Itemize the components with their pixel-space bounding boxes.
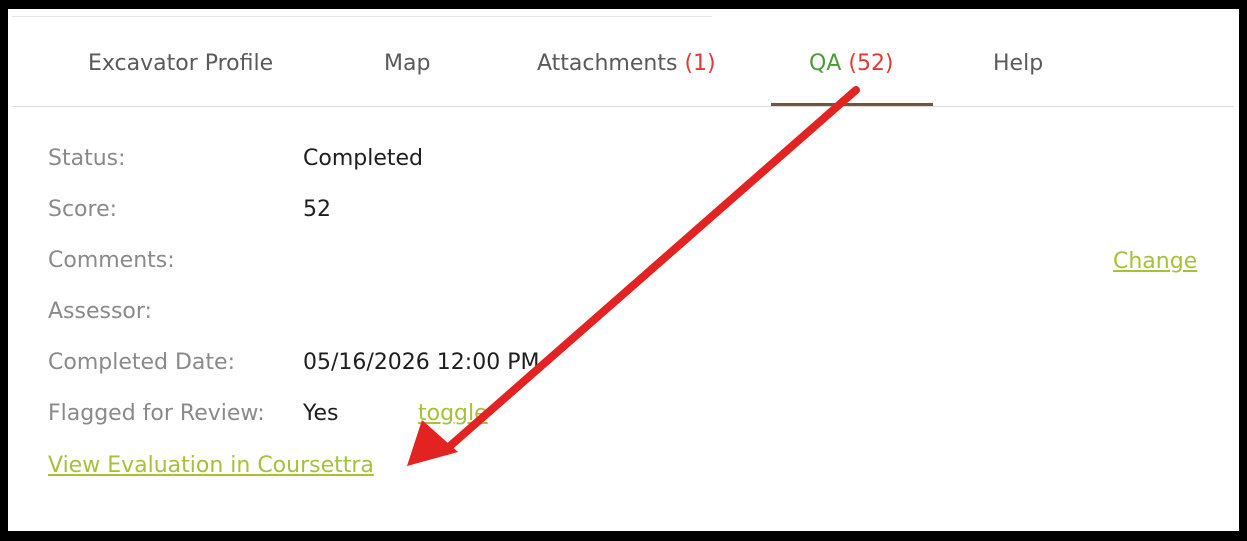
completed-date-label: Completed Date: <box>48 350 235 375</box>
status-label: Status: <box>48 146 126 171</box>
comments-label: Comments: <box>48 248 175 273</box>
active-tab-indicator <box>771 103 933 106</box>
attachments-count-badge: (1) <box>684 51 716 76</box>
tab-label: Help <box>993 51 1044 76</box>
tab-attachments[interactable]: Attachments (1) <box>537 50 716 78</box>
status-value: Completed <box>303 146 423 171</box>
completed-date-value: 05/16/2026 12:00 PM <box>303 350 540 375</box>
tab-map[interactable]: Map <box>384 50 430 78</box>
tab-excavator-profile[interactable]: Excavator Profile <box>88 50 273 78</box>
view-evaluation-link[interactable]: View Evaluation in Coursettra <box>48 451 374 481</box>
tab-help[interactable]: Help <box>993 50 1043 78</box>
score-value: 52 <box>303 197 331 222</box>
tab-label: Excavator Profile <box>88 51 274 76</box>
tab-qa[interactable]: QA (52) <box>809 50 894 78</box>
score-label: Score: <box>48 197 118 222</box>
change-comments-link[interactable]: Change <box>1113 247 1197 277</box>
tab-label: Map <box>384 51 431 76</box>
top-divider <box>12 16 712 17</box>
flagged-label: Flagged for Review: <box>48 401 265 426</box>
assessor-label: Assessor: <box>48 299 152 324</box>
toggle-flag-link[interactable]: toggle <box>418 399 488 429</box>
flagged-value: Yes <box>303 401 339 426</box>
qa-count-badge: (52) <box>848 51 894 76</box>
tab-label: Attachments <box>537 51 685 76</box>
tab-label: QA <box>809 51 849 76</box>
tab-bar: Excavator Profile Map Attachments (1) QA… <box>12 18 1234 107</box>
